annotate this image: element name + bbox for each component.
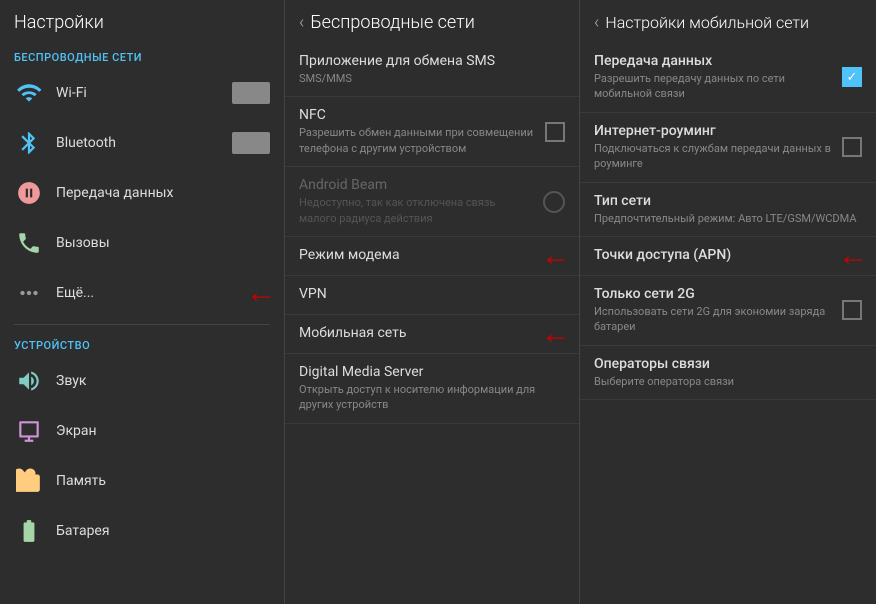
vpn-title: VPN [299,286,565,302]
right-panel: ‹ Настройки мобильной сети Передача данн… [580,0,876,604]
operators-subtitle: Выберите оператора связи [594,374,862,389]
data-transfer-subtitle: Разрешить передачу данных по сети мобиль… [594,71,832,102]
bluetooth-icon [14,128,44,158]
nfc-title: NFC [299,107,535,123]
sidebar-item-more[interactable]: Ещё... ← [0,268,284,318]
right-item-operators[interactable]: Операторы связи Выберите оператора связи [580,346,876,400]
roaming-subtitle: Подключаться к службам передачи данных в… [594,141,832,172]
sidebar-item-data[interactable]: Передача данных [0,168,284,218]
middle-panel-title: Беспроводные сети [310,12,474,33]
sidebar-item-bluetooth[interactable]: Bluetooth [0,118,284,168]
sidebar-item-battery[interactable]: Батарея [0,506,284,556]
device-section-label: УСТРОЙСТВО [0,331,284,356]
left-panel-header: Настройки [0,0,284,43]
memory-label: Память [56,473,270,489]
data-label: Передача данных [56,185,270,201]
dms-subtitle: Открыть доступ к носителю информации для… [299,382,565,413]
right-panel-title: Настройки мобильной сети [605,13,809,32]
middle-item-modem[interactable]: Режим модема ← [285,237,579,276]
more-red-arrow: ← [246,278,276,308]
network-type-title: Тип сети [594,193,862,209]
sms-title: Приложение для обмена SMS [299,53,565,69]
modem-red-arrow: ← [541,241,571,271]
androidbeam-subtitle: Недоступно, так как отключена связь мало… [299,195,535,226]
mobile-network-red-arrow: ← [541,319,571,349]
middle-panel: ‹ Беспроводные сети Приложение для обмен… [285,0,580,604]
middle-item-androidbeam: Android Beam Недоступно, так как отключе… [285,167,579,237]
apn-red-arrow: ← [838,241,868,271]
sidebar-item-calls[interactable]: Вызовы [0,218,284,268]
wifi-label: Wi-Fi [56,85,232,101]
sms-subtitle: SMS/MMS [299,71,565,86]
right-item-data-transfer[interactable]: Передача данных Разрешить передачу данны… [580,43,876,113]
right-item-roaming[interactable]: Интернет-роуминг Подключаться к службам … [580,113,876,183]
middle-item-vpn[interactable]: VPN [285,276,579,315]
wifi-icon [14,78,44,108]
display-icon [14,416,44,446]
data-transfer-title: Передача данных [594,53,832,69]
calls-label: Вызовы [56,235,270,251]
androidbeam-title: Android Beam [299,177,535,193]
apn-title: Точки доступа (APN) [594,247,862,263]
modem-title: Режим модема [299,247,565,263]
data-icon [14,178,44,208]
right-panel-header: ‹ Настройки мобильной сети [580,0,876,43]
battery-icon [14,516,44,546]
2g-checkbox[interactable] [842,300,862,320]
middle-item-dms[interactable]: Digital Media Server Открыть доступ к но… [285,354,579,424]
roaming-checkbox[interactable] [842,137,862,157]
bluetooth-toggle[interactable] [232,132,270,154]
dms-title: Digital Media Server [299,364,565,380]
middle-item-sms[interactable]: Приложение для обмена SMS SMS/MMS [285,43,579,97]
mobile-network-title: Мобильная сеть [299,325,565,341]
more-label: Ещё... [56,285,270,301]
middle-panel-header: ‹ Беспроводные сети [285,0,579,43]
memory-icon [14,466,44,496]
right-back-arrow[interactable]: ‹ [594,12,599,33]
battery-label: Батарея [56,523,270,539]
sound-icon [14,366,44,396]
more-icon [14,278,44,308]
data-transfer-checkbox[interactable]: ✓ [842,67,862,87]
androidbeam-checkbox [543,191,565,213]
operators-title: Операторы связи [594,356,862,372]
left-panel: Настройки БЕСПРОВОДНЫЕ СЕТИ Wi-Fi Blueto… [0,0,285,604]
sound-label: Звук [56,373,270,389]
bluetooth-label: Bluetooth [56,135,232,151]
right-item-network-type[interactable]: Тип сети Предпочтительный режим: Авто LT… [580,183,876,237]
sidebar-item-display[interactable]: Экран [0,406,284,456]
network-type-subtitle: Предпочтительный режим: Авто LTE/GSM/WCD… [594,211,862,226]
display-label: Экран [56,423,270,439]
sidebar-item-wifi[interactable]: Wi-Fi [0,68,284,118]
2g-title: Только сети 2G [594,286,832,302]
2g-subtitle: Использовать сети 2G для экономии заряда… [594,304,832,335]
sidebar-item-memory[interactable]: Память [0,456,284,506]
left-panel-title: Настройки [14,12,104,33]
nfc-subtitle: Разрешить обмен данными при совмещении т… [299,125,535,156]
middle-item-nfc[interactable]: NFC Разрешить обмен данными при совмещен… [285,97,579,167]
right-item-2g[interactable]: Только сети 2G Использовать сети 2G для … [580,276,876,346]
wifi-toggle[interactable] [232,82,270,104]
sidebar-item-sound[interactable]: Звук [0,356,284,406]
roaming-title: Интернет-роуминг [594,123,832,139]
nfc-checkbox[interactable] [545,122,565,142]
right-item-apn[interactable]: Точки доступа (APN) ← [580,237,876,276]
middle-item-mobile-network[interactable]: Мобильная сеть ← [285,315,579,354]
middle-back-arrow[interactable]: ‹ [299,12,304,33]
wireless-section-label: БЕСПРОВОДНЫЕ СЕТИ [0,43,284,68]
calls-icon [14,228,44,258]
